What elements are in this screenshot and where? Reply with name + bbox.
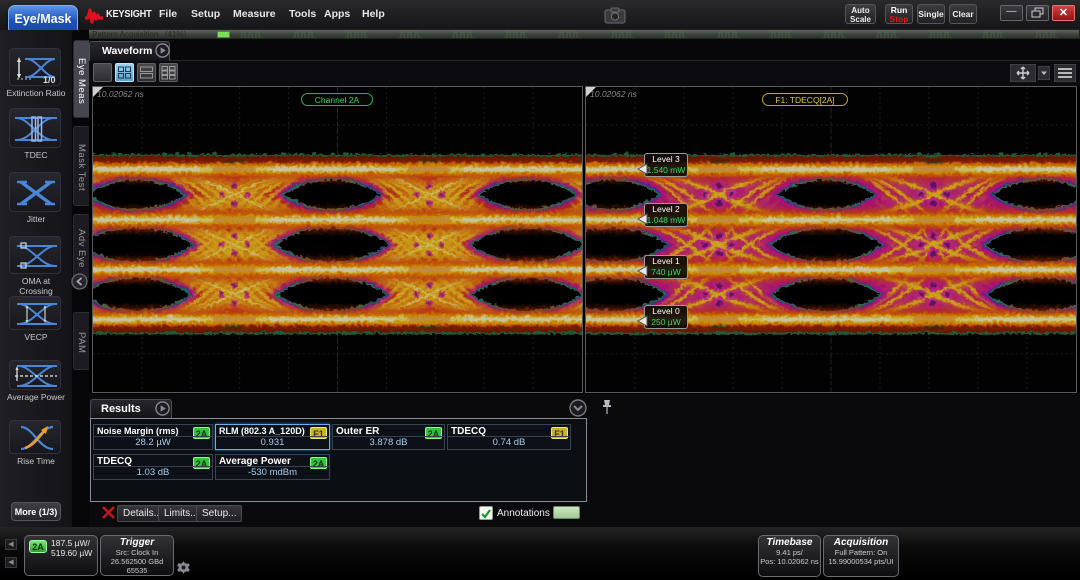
svg-text:1/0: 1/0 bbox=[43, 75, 56, 83]
